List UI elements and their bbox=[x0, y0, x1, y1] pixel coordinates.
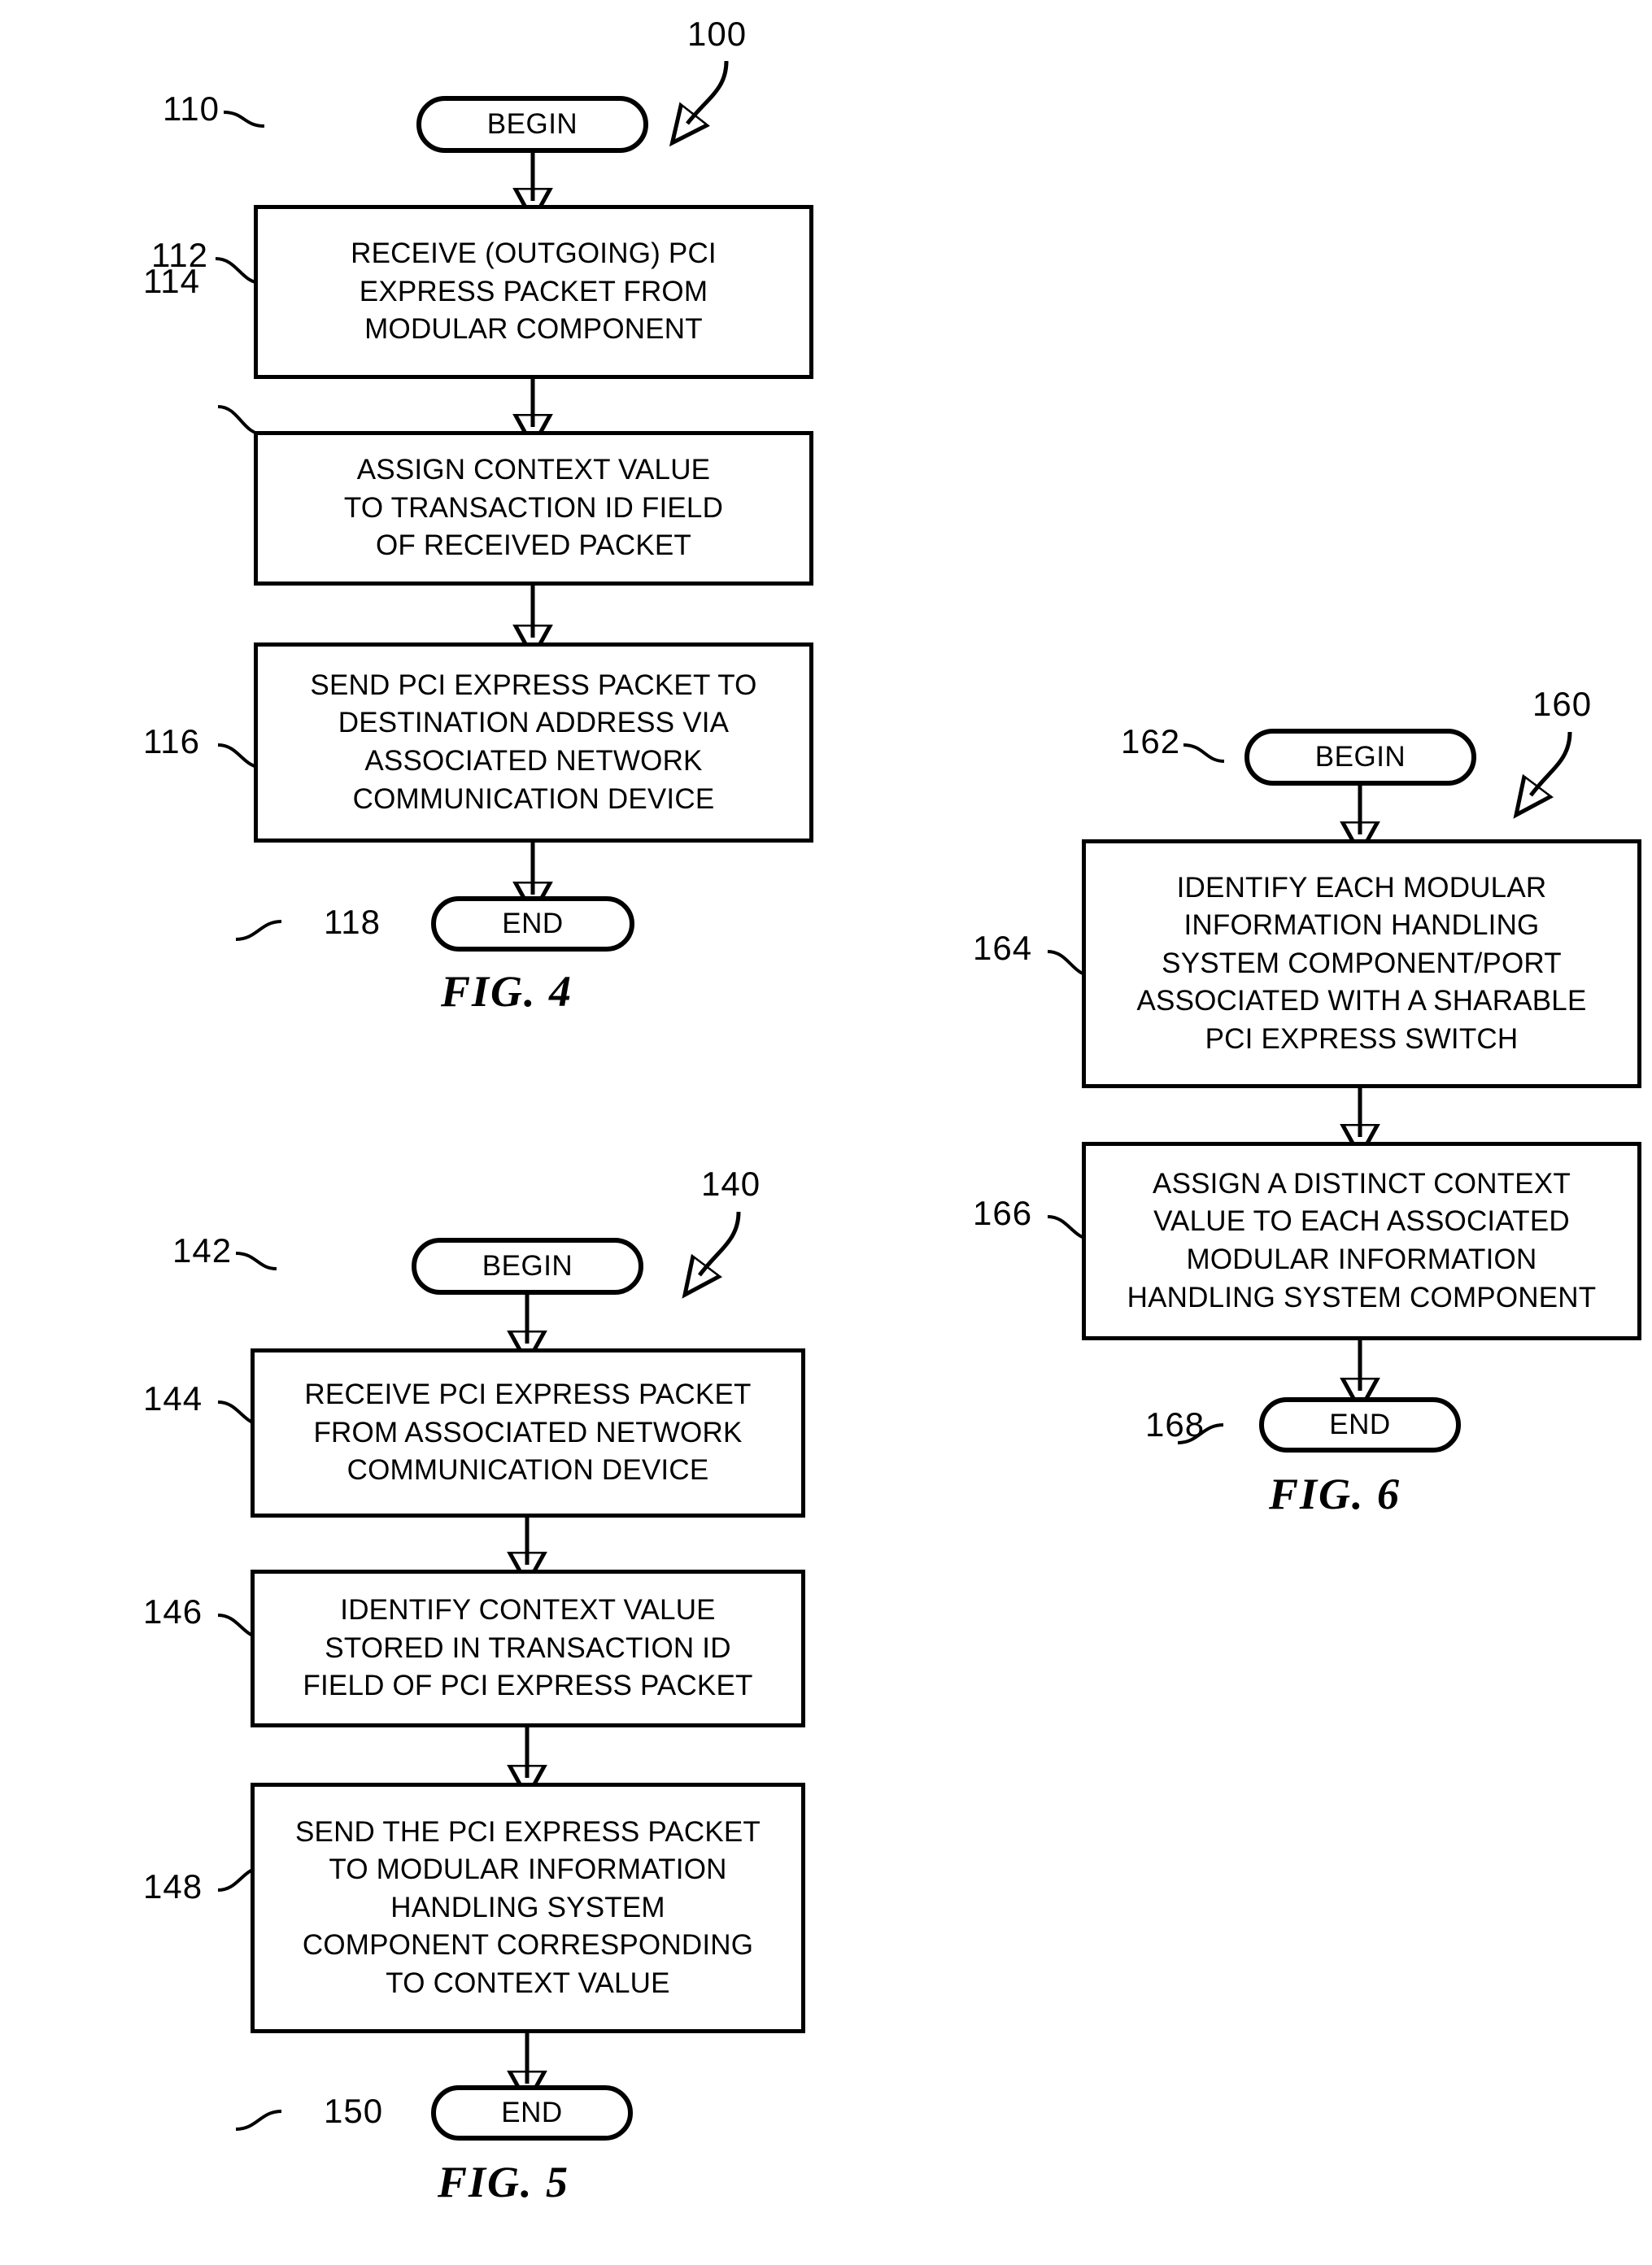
box-line: COMMUNICATION DEVICE bbox=[347, 1454, 709, 1487]
node-reference-150: 150 bbox=[324, 2092, 384, 2130]
fig5-step-146-box: IDENTIFY CONTEXT VALUE STORED IN TRANSAC… bbox=[251, 1570, 805, 1727]
node-reference-110: 110 bbox=[163, 89, 220, 128]
fig6-end-label: END bbox=[1329, 1409, 1391, 1440]
box-line: RECEIVE (OUTGOING) PCI bbox=[351, 237, 717, 270]
box-line: STORED IN TRANSACTION ID bbox=[325, 1631, 731, 1664]
box-line: PCI EXPRESS SWITCH bbox=[1205, 1022, 1519, 1055]
box-line: TO TRANSACTION ID FIELD bbox=[343, 491, 724, 524]
connector-lines bbox=[215, 60, 1572, 2131]
figure-caption-fig4: FIG. 4 bbox=[441, 967, 573, 1016]
box-line: COMPONENT CORRESPONDING bbox=[302, 1929, 754, 1962]
fig6-end-terminal: END bbox=[1259, 1397, 1461, 1453]
node-reference-168: 168 bbox=[1145, 1405, 1205, 1444]
fig5-begin-label: BEGIN bbox=[482, 1250, 573, 1282]
fig5-step-144-box: RECEIVE PCI EXPRESS PACKET FROM ASSOCIAT… bbox=[251, 1348, 805, 1518]
fig6-step-166-box: ASSIGN A DISTINCT CONTEXT VALUE TO EACH … bbox=[1082, 1142, 1641, 1340]
flow-reference-160: 160 bbox=[1532, 685, 1593, 723]
node-reference-162: 162 bbox=[1121, 722, 1181, 760]
box-line: SEND THE PCI EXPRESS PACKET bbox=[294, 1815, 761, 1848]
node-reference-118: 118 bbox=[324, 903, 381, 941]
figure-caption-fig6: FIG. 6 bbox=[1269, 1470, 1401, 1518]
fig4-end-label: END bbox=[502, 908, 564, 939]
box-line: ASSIGN A DISTINCT CONTEXT bbox=[1153, 1167, 1571, 1200]
fig5-end-label: END bbox=[501, 2097, 563, 2128]
fig4-end-terminal: END bbox=[431, 896, 634, 952]
figure-caption-fig5: FIG. 5 bbox=[438, 2158, 570, 2206]
box-line: INFORMATION HANDLING bbox=[1183, 909, 1540, 942]
box-line: COMMUNICATION DEVICE bbox=[352, 782, 715, 815]
node-reference-166: 166 bbox=[973, 1194, 1033, 1232]
box-line: TO CONTEXT VALUE bbox=[386, 1967, 670, 1999]
fig4-step-112-box: RECEIVE (OUTGOING) PCI EXPRESS PACKET FR… bbox=[254, 205, 813, 379]
flow-reference-100: 100 bbox=[687, 15, 748, 53]
fig6-step-164-box: IDENTIFY EACH MODULAR INFORMATION HANDLI… bbox=[1082, 839, 1641, 1088]
box-line: TO MODULAR INFORMATION bbox=[329, 1853, 727, 1886]
box-line: EXPRESS PACKET FROM bbox=[359, 275, 708, 307]
node-reference-116: 116 bbox=[143, 722, 200, 760]
box-line: HANDLING SYSTEM COMPONENT bbox=[1127, 1281, 1597, 1313]
fig4-step-114-box: ASSIGN CONTEXT VALUE TO TRANSACTION ID F… bbox=[254, 431, 813, 586]
box-line: IDENTIFY EACH MODULAR bbox=[1176, 871, 1547, 904]
box-line: IDENTIFY CONTEXT VALUE bbox=[340, 1594, 716, 1627]
node-reference-148: 148 bbox=[143, 1867, 203, 1906]
patent-drawing-sheet: 100 110 BEGIN 112 RECEIVE (OUTGOING) PCI… bbox=[0, 0, 1652, 2265]
node-reference-144: 144 bbox=[143, 1379, 203, 1418]
node-reference-114: 114 bbox=[143, 262, 200, 300]
fig6-begin-terminal: BEGIN bbox=[1244, 729, 1476, 786]
fig4-begin-terminal: BEGIN bbox=[416, 96, 648, 153]
box-line: FROM ASSOCIATED NETWORK bbox=[313, 1416, 743, 1448]
box-line: SEND PCI EXPRESS PACKET TO bbox=[310, 669, 757, 701]
fig5-step-148-box: SEND THE PCI EXPRESS PACKET TO MODULAR I… bbox=[251, 1783, 805, 2033]
fig6-begin-label: BEGIN bbox=[1314, 741, 1406, 773]
box-line: VALUE TO EACH ASSOCIATED bbox=[1153, 1205, 1570, 1238]
box-line: HANDLING SYSTEM bbox=[390, 1891, 665, 1923]
box-line: FIELD OF PCI EXPRESS PACKET bbox=[303, 1670, 753, 1702]
node-reference-146: 146 bbox=[143, 1592, 203, 1631]
box-line: RECEIVE PCI EXPRESS PACKET bbox=[304, 1379, 752, 1411]
box-line: ASSOCIATED NETWORK bbox=[364, 745, 703, 777]
box-line: MODULAR COMPONENT bbox=[364, 313, 703, 346]
fig4-begin-label: BEGIN bbox=[486, 108, 578, 140]
box-line: DESTINATION ADDRESS VIA bbox=[338, 707, 730, 739]
node-reference-164: 164 bbox=[973, 929, 1033, 967]
box-line: ASSIGN CONTEXT VALUE bbox=[356, 454, 711, 486]
box-line: OF RECEIVED PACKET bbox=[375, 529, 692, 562]
fig4-step-116-box: SEND PCI EXPRESS PACKET TO DESTINATION A… bbox=[254, 642, 813, 843]
flow-reference-140: 140 bbox=[701, 1165, 761, 1203]
node-reference-142: 142 bbox=[172, 1231, 233, 1270]
box-line: ASSOCIATED WITH A SHARABLE bbox=[1136, 985, 1587, 1017]
fig5-end-terminal: END bbox=[431, 2085, 633, 2141]
box-line: SYSTEM COMPONENT/PORT bbox=[1162, 947, 1562, 979]
fig5-begin-terminal: BEGIN bbox=[412, 1238, 643, 1295]
box-line: MODULAR INFORMATION bbox=[1186, 1244, 1537, 1275]
